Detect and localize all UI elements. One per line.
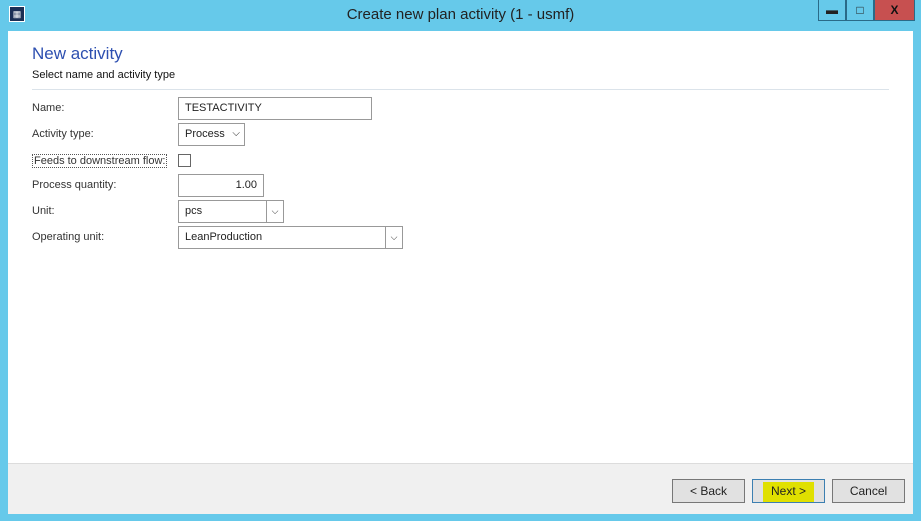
process-quantity-label: Process quantity:: [32, 179, 117, 191]
close-button[interactable]: X: [874, 0, 915, 21]
back-button[interactable]: < Back: [672, 479, 745, 503]
chevron-down-icon: ⌵: [232, 128, 240, 139]
cancel-button[interactable]: Cancel: [832, 479, 905, 503]
footer: < Back Next > Cancel: [8, 463, 913, 514]
feeds-checkbox[interactable]: [178, 154, 191, 167]
chevron-down-icon[interactable]: ⌵: [266, 201, 283, 222]
minimize-button[interactable]: ▬: [818, 0, 846, 21]
feeds-label: Feeds to downstream flow:: [32, 154, 168, 168]
chevron-down-icon[interactable]: ⌵: [385, 227, 402, 248]
operating-unit-label: Operating unit:: [32, 231, 105, 243]
activity-type-select[interactable]: Process ⌵: [178, 123, 245, 146]
next-button[interactable]: Next >: [752, 479, 825, 503]
page-title: New activity: [32, 44, 123, 63]
dialog-body: New activity Select name and activity ty…: [8, 31, 913, 514]
next-label: Next >: [762, 482, 814, 502]
unit-select[interactable]: pcs ⌵: [178, 200, 284, 223]
operating-unit-select[interactable]: LeanProduction ⌵: [178, 226, 403, 249]
unit-label: Unit:: [32, 205, 55, 217]
activity-type-label: Activity type:: [32, 128, 94, 140]
window-title: Create new plan activity (1 - usmf): [346, 6, 575, 23]
operating-unit-value: LeanProduction: [185, 231, 263, 243]
name-label: Name:: [32, 102, 65, 114]
unit-value: pcs: [185, 205, 203, 217]
divider: [32, 89, 889, 90]
name-input[interactable]: TESTACTIVITY: [178, 97, 372, 120]
maximize-button[interactable]: □: [846, 0, 874, 21]
page-subtitle: Select name and activity type: [32, 69, 176, 81]
title-bar: ▦ Create new plan activity (1 - usmf) ▬ …: [0, 0, 921, 30]
process-quantity-input[interactable]: 1.00: [178, 174, 264, 197]
activity-type-value: Process: [185, 128, 225, 140]
